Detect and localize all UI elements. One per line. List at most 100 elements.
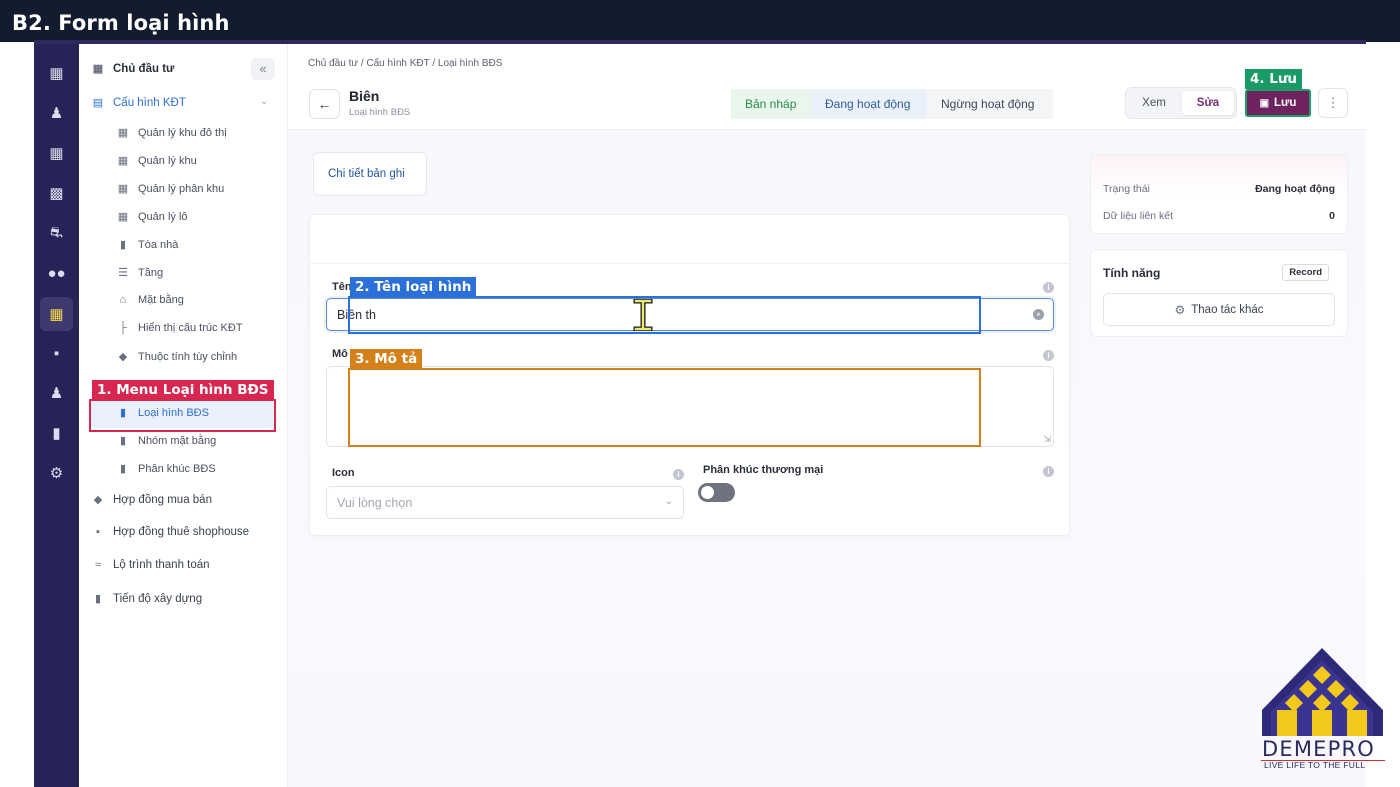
status-step-inactive[interactable]: Ngừng hoạt động [927, 89, 1053, 119]
bank-icon: ▤ [92, 97, 104, 109]
building-icon: ▦ [117, 155, 129, 167]
city-icon[interactable]: ▦ [40, 297, 73, 331]
gear-icon: ⚙ [1174, 302, 1186, 317]
chevron-down-icon[interactable]: ⌄ [260, 96, 268, 107]
house-icon: ⌂ [119, 294, 127, 306]
view-button[interactable]: Xem [1130, 91, 1178, 115]
status-value: Đang hoạt động [1255, 183, 1335, 195]
feature-card: Tính năng Record ⚙ Thao tác khác [1090, 249, 1348, 337]
mode-toggle-group: Xem Sửa [1125, 87, 1237, 119]
layers-icon: ☰ [118, 267, 128, 279]
gear-icon[interactable]: ⚙ [40, 459, 73, 487]
icon-rail: ▦ ♟ ▦ ▩ ⛐ ●● ▦ ▪ ♟ ▮ ⚙ [34, 44, 79, 787]
save-label: Lưu [1274, 97, 1297, 109]
record-header: Chủ đầu tư / Cấu hình KĐT / Loại hình BĐ… [288, 44, 1366, 130]
save-button[interactable]: ▣ Lưu [1245, 89, 1311, 117]
sidebar-item-nhom-mat-bang[interactable]: ▮ Nhóm mặt bằng [116, 434, 217, 448]
tab-record-detail[interactable]: Chi tiết bản ghi [313, 152, 427, 196]
resize-handle-icon[interactable]: ⇲ [1043, 434, 1051, 445]
chart-icon[interactable]: ▮ [40, 419, 73, 447]
store-icon[interactable]: ▪ [40, 339, 73, 367]
sidebar-item-phan-khuc-bds[interactable]: ▮ Phân khúc BĐS [116, 462, 216, 476]
tower-icon: ▮ [119, 463, 127, 475]
icon-select[interactable]: Vui lòng chọn ⌄ [326, 486, 684, 519]
annotation-box-name [348, 296, 981, 334]
info-icon: i [1043, 466, 1054, 477]
city-icon: ▦ [117, 127, 129, 139]
save-icon: ▣ [1259, 97, 1270, 109]
icon-select-placeholder: Vui lòng chọn [337, 496, 413, 510]
calculator-icon[interactable]: ▦ [40, 139, 73, 167]
logo-tagline: LIVE LIFE TO THE FULL [1264, 760, 1366, 770]
briefcase-icon[interactable]: ▩ [40, 179, 73, 207]
status-step-draft[interactable]: Bản nháp [731, 89, 811, 119]
more-options-button[interactable]: ⋮ [1318, 88, 1348, 118]
annotation-label-menu: 1. Menu Loại hình BĐS [92, 380, 274, 400]
user-tie-icon[interactable]: ♟ [40, 379, 73, 407]
sidebar-item-hop-dong-mua-ban[interactable]: ◆ Hợp đồng mua bán [91, 493, 212, 507]
edit-button[interactable]: Sửa [1182, 91, 1234, 115]
banner-title: B2. Form loại hình [12, 11, 230, 35]
sidebar-item-label: Nhóm mặt bằng [138, 434, 217, 447]
linked-data-value: 0 [1329, 210, 1335, 222]
collapse-sidebar-button[interactable]: « [251, 58, 275, 80]
tower-icon: ▮ [94, 593, 102, 605]
sidebar-item-quan-ly-phan-khu[interactable]: ▦ Quản lý phân khu [116, 182, 224, 196]
tag-icon: ◆ [118, 351, 128, 363]
sidebar-item-tien-do[interactable]: ▮ Tiến độ xây dựng [91, 592, 203, 606]
sidebar-item-label: Chủ đầu tư [113, 62, 175, 75]
clear-icon[interactable]: × [1033, 309, 1044, 320]
status-step-active[interactable]: Đang hoạt động [811, 89, 927, 119]
name-field-label: Tên [332, 281, 352, 293]
top-banner: B2. Form loại hình [0, 0, 1400, 42]
tower-icon: ▮ [119, 435, 127, 447]
sidebar-item-chu-dau-tu[interactable]: ▦ Chủ đầu tư [91, 62, 175, 76]
feature-title: Tính năng [1103, 266, 1161, 280]
money-icon: ≈ [94, 559, 102, 571]
sidebar-item-label: Tiến độ xây dựng [113, 592, 203, 605]
back-button[interactable]: ← [309, 89, 340, 119]
users-icon[interactable]: ●● [40, 259, 73, 287]
person-tree-icon[interactable]: ♟ [40, 99, 73, 127]
building-icon: ▦ [92, 63, 104, 75]
sidebar-item-quan-ly-khu[interactable]: ▦ Quản lý khu [116, 154, 197, 168]
sidebar-item-cau-hinh-kdt[interactable]: ▤ Cấu hình KĐT [91, 96, 186, 110]
linked-data-label: Dữ liệu liên kết [1103, 210, 1174, 222]
hierarchy-icon: ├ [119, 322, 127, 334]
sidebar-item-label: Cấu hình KĐT [113, 96, 186, 109]
car-icon[interactable]: ⛐ [40, 219, 73, 247]
annotation-box-description [348, 368, 981, 447]
sidebar-item-label: Quản lý lô [138, 210, 188, 223]
chevron-down-icon: ⌄ [664, 496, 673, 507]
sidebar-item-label: Mặt bằng [138, 294, 184, 306]
sidebar-item-hien-thi-cau-truc[interactable]: ├ Hiển thị cấu trúc KĐT [116, 322, 243, 334]
sidebar-item-mat-bang[interactable]: ⌂ Mặt bằng [116, 294, 184, 306]
page-title: Biên [349, 88, 380, 104]
sidebar-item-thuoc-tinh[interactable]: ◆ Thuộc tính tùy chỉnh [116, 350, 237, 364]
form-divider [310, 263, 1069, 264]
sidebar-item-label: Hiển thị cấu trúc KĐT [138, 322, 243, 334]
status-steps: Bản nháp Đang hoạt động Ngừng hoạt động [731, 89, 1053, 119]
status-label: Trạng thái [1103, 183, 1150, 195]
tower-icon: ▮ [119, 239, 127, 251]
sidebar-item-hop-dong-thue[interactable]: ▪ Hợp đồng thuê shophouse [91, 526, 249, 538]
sidebar-item-label: Quản lý khu [138, 154, 197, 167]
sidebar-item-quan-ly-khu-do-thi[interactable]: ▦ Quản lý khu đô thị [116, 126, 227, 140]
more-actions-button[interactable]: ⚙ Thao tác khác [1103, 293, 1335, 326]
commercial-toggle[interactable] [698, 483, 735, 502]
sidebar-item-label: Quản lý khu đô thị [138, 126, 227, 139]
icon-field-label: Icon [332, 467, 355, 479]
info-icon: i [1043, 350, 1054, 361]
sidebar-item-quan-ly-lo[interactable]: ▦ Quản lý lô [116, 210, 188, 224]
sidebar-item-tang[interactable]: ☰ Tầng [116, 266, 164, 280]
store-icon: ▪ [96, 526, 100, 538]
status-card: Trạng thái Đang hoạt động Dữ liệu liên k… [1090, 154, 1348, 234]
sidebar-item-toa-nha[interactable]: ▮ Tòa nhà [116, 238, 178, 252]
sidebar-item-lo-trinh[interactable]: ≈ Lộ trình thanh toán [91, 559, 210, 571]
building-icon: ▦ [117, 211, 129, 223]
buildings-icon[interactable]: ▦ [40, 59, 73, 87]
sidebar-item-label: Hợp đồng mua bán [113, 493, 212, 506]
sidebar-item-label: Phân khúc BĐS [138, 462, 216, 475]
breadcrumb[interactable]: Chủ đầu tư / Cấu hình KĐT / Loại hình BĐ… [308, 58, 502, 69]
sidebar-item-label: Tầng [138, 266, 164, 279]
